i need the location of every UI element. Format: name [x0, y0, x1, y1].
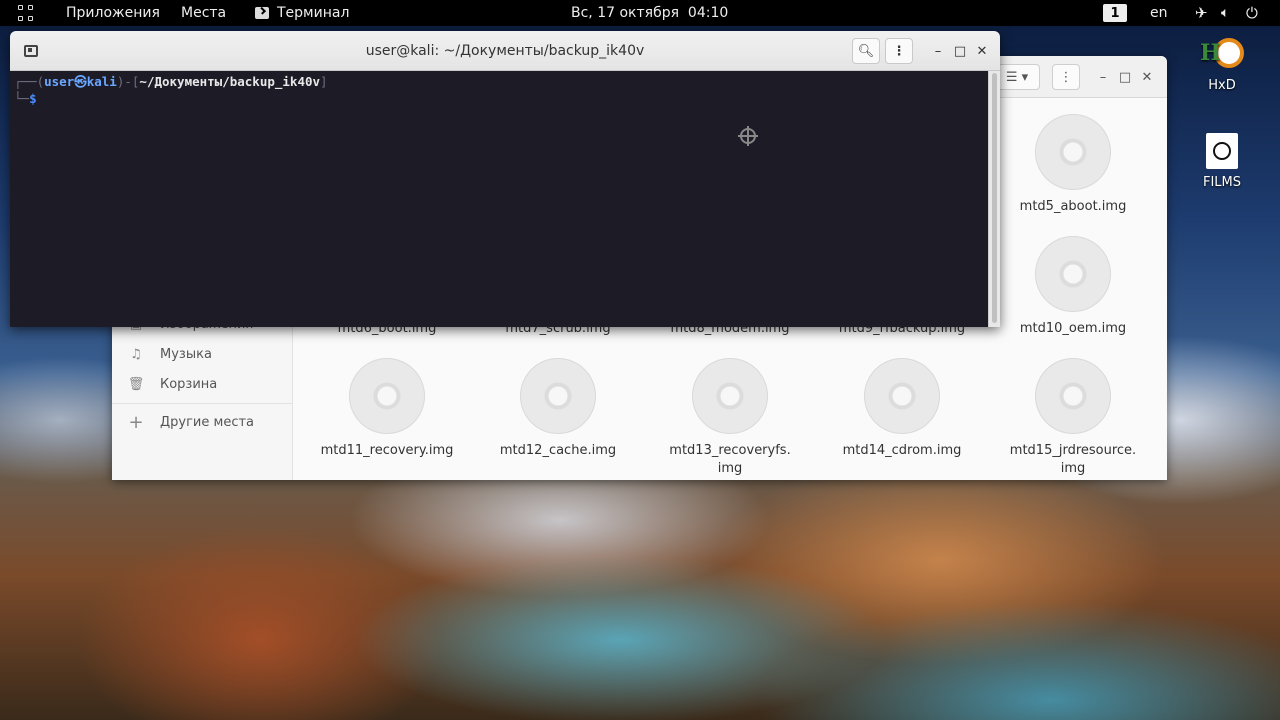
- file-item[interactable]: mtd10_oem.img: [998, 236, 1148, 338]
- file-item[interactable]: mtd14_cdrom.img: [827, 358, 977, 460]
- top-bar: Приложения Места Терминал Вс, 17 октября…: [0, 0, 1280, 26]
- desktop-icon-hxd[interactable]: H HxD: [1192, 38, 1252, 93]
- trash-icon: 🗑︎: [127, 376, 145, 392]
- applications-menu[interactable]: Приложения: [66, 0, 160, 26]
- prompt-path: ~/Документы/backup_ik40v: [139, 74, 321, 89]
- sidebar-divider: [112, 403, 293, 404]
- menu-button[interactable]: ⋮: [885, 38, 913, 64]
- workspace-indicator[interactable]: 1: [1103, 4, 1127, 22]
- minimize-button[interactable]: –: [1094, 64, 1112, 90]
- prompt-host: kali: [86, 74, 117, 89]
- menu-button[interactable]: ⋮: [1052, 64, 1080, 90]
- terminal-titlebar[interactable]: user@kali: ~/Документы/backup_ik40v 🔍︎ ⋮…: [10, 31, 1000, 71]
- disc-image-icon: [1035, 114, 1111, 190]
- search-button[interactable]: 🔍︎: [852, 38, 880, 64]
- terminal-icon: [255, 7, 269, 19]
- prompt-user: user: [44, 74, 75, 89]
- file-name: mtd5_aboot.img: [1019, 199, 1127, 214]
- file-name: mtd11_recovery.img: [320, 443, 454, 458]
- terminal-output[interactable]: ┌──(user ㉿ kali)-[~/Документы/backup_ik40v…: [10, 71, 988, 327]
- terminal-window[interactable]: user@kali: ~/Документы/backup_ik40v 🔍︎ ⋮…: [10, 31, 1000, 327]
- maximize-button[interactable]: □: [950, 41, 970, 61]
- file-item[interactable]: mtd11_recovery.img: [312, 358, 462, 460]
- prompt-at: ㉿: [74, 74, 87, 89]
- file-item[interactable]: mtd12_cache.img: [483, 358, 633, 460]
- apps-grid-icon[interactable]: [18, 4, 36, 22]
- sidebar-item-trash[interactable]: 🗑︎ Корзина: [126, 372, 218, 396]
- desktop-icon-label: FILMS: [1202, 175, 1242, 190]
- clock[interactable]: Вс, 17 октября 04:10: [571, 0, 728, 26]
- plus-icon: +: [128, 411, 144, 433]
- airplane-icon[interactable]: ✈: [1195, 0, 1208, 26]
- kebab-menu-icon: ⋮: [892, 43, 906, 59]
- minimize-button[interactable]: –: [928, 41, 948, 61]
- file-item[interactable]: mtd15_jrdresource. img: [998, 358, 1148, 478]
- keyboard-layout[interactable]: en: [1150, 0, 1168, 26]
- prompt-line-2: └─ $: [14, 91, 37, 106]
- view-toggle-button[interactable]: ☰ ▾: [994, 64, 1040, 90]
- desktop-icon-label: HxD: [1208, 78, 1236, 93]
- file-name: mtd14_cdrom.img: [842, 443, 962, 458]
- file-item[interactable]: mtd13_recoveryfs. img: [655, 358, 805, 478]
- terminal-app-label: Терминал: [277, 5, 350, 21]
- sidebar-item-label: Другие места: [160, 414, 255, 430]
- search-icon: 🔍︎: [857, 43, 875, 59]
- power-icon[interactable]: ⏻: [1246, 0, 1258, 26]
- sidebar-item-music[interactable]: ♫ Музыка: [126, 342, 212, 366]
- file-name: mtd10_oem.img: [1019, 321, 1127, 336]
- films-icon: [1206, 133, 1238, 169]
- music-icon: ♫: [130, 346, 142, 362]
- volume-icon[interactable]: 🔈︎: [1221, 0, 1229, 26]
- disc-image-icon: [864, 358, 940, 434]
- sidebar-item-other-places[interactable]: + Другие места: [126, 410, 254, 434]
- disc-image-icon: [1035, 358, 1111, 434]
- disc-image-icon: [520, 358, 596, 434]
- file-name: mtd13_recoveryfs. img: [669, 443, 791, 476]
- places-menu[interactable]: Места: [181, 0, 226, 26]
- maximize-button[interactable]: □: [1116, 64, 1134, 90]
- file-item[interactable]: mtd5_aboot.img: [998, 114, 1148, 216]
- hxd-icon: H: [1200, 38, 1244, 72]
- desktop-icon-films[interactable]: FILMS: [1192, 133, 1252, 190]
- close-button[interactable]: ✕: [1138, 64, 1156, 90]
- move-cursor-icon: [738, 126, 758, 146]
- close-button[interactable]: ✕: [972, 41, 992, 61]
- sidebar-item-label: Корзина: [160, 376, 218, 392]
- file-name: mtd12_cache.img: [499, 443, 617, 458]
- terminal-app-menu[interactable]: Терминал: [255, 0, 349, 26]
- prompt-symbol: $: [29, 91, 37, 106]
- terminal-scrollbar[interactable]: [988, 71, 1000, 327]
- file-name: mtd15_jrdresource. img: [1009, 443, 1137, 476]
- scrollbar-thumb[interactable]: [992, 73, 997, 323]
- disc-image-icon: [1035, 236, 1111, 312]
- disc-image-icon: [349, 358, 425, 434]
- disc-image-icon: [692, 358, 768, 434]
- sidebar-item-label: Музыка: [160, 346, 212, 362]
- prompt-line-1: ┌──(user ㉿ kali)-[~/Документы/backup_ik40v…: [14, 74, 328, 89]
